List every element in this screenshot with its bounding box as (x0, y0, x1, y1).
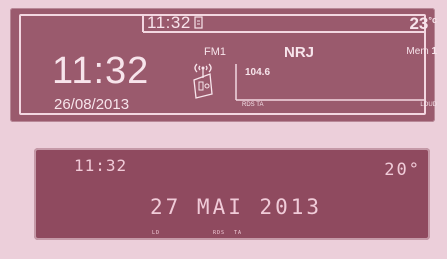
lcd-rds-indicator: RDS (213, 230, 226, 236)
header-temperature: 23°c (409, 14, 437, 34)
clock-time: 11:32 (52, 50, 150, 92)
lcd-clock-time: 11:32 (74, 156, 128, 175)
radio-frequency: 104.6 (245, 67, 271, 78)
lcd-temperature: 20° (384, 160, 421, 180)
loud-indicator: LOUD (420, 102, 437, 108)
radio-station-name: NRJ (284, 44, 315, 61)
header-temperature-unit: °c (428, 15, 437, 25)
rds-ta-indicator: RDS TA (242, 102, 264, 108)
lcd-date: 27 MAI 2013 (150, 195, 323, 219)
memory-preset: Mem 1 (406, 46, 437, 57)
lcd-ta-indicator: TA (234, 230, 243, 236)
phone-battery-icon (194, 16, 203, 29)
memory-label: Mem (406, 46, 429, 57)
header-clock-time: 11:32 (147, 13, 191, 32)
lcd-ld-indicator: LD (152, 230, 161, 236)
memory-value: 1 (431, 46, 437, 57)
radio-signal-icon (193, 63, 213, 99)
clock-date: 26/08/2013 (54, 96, 130, 113)
radio-band: FM1 (204, 46, 226, 58)
header-temperature-value: 23 (409, 14, 429, 33)
